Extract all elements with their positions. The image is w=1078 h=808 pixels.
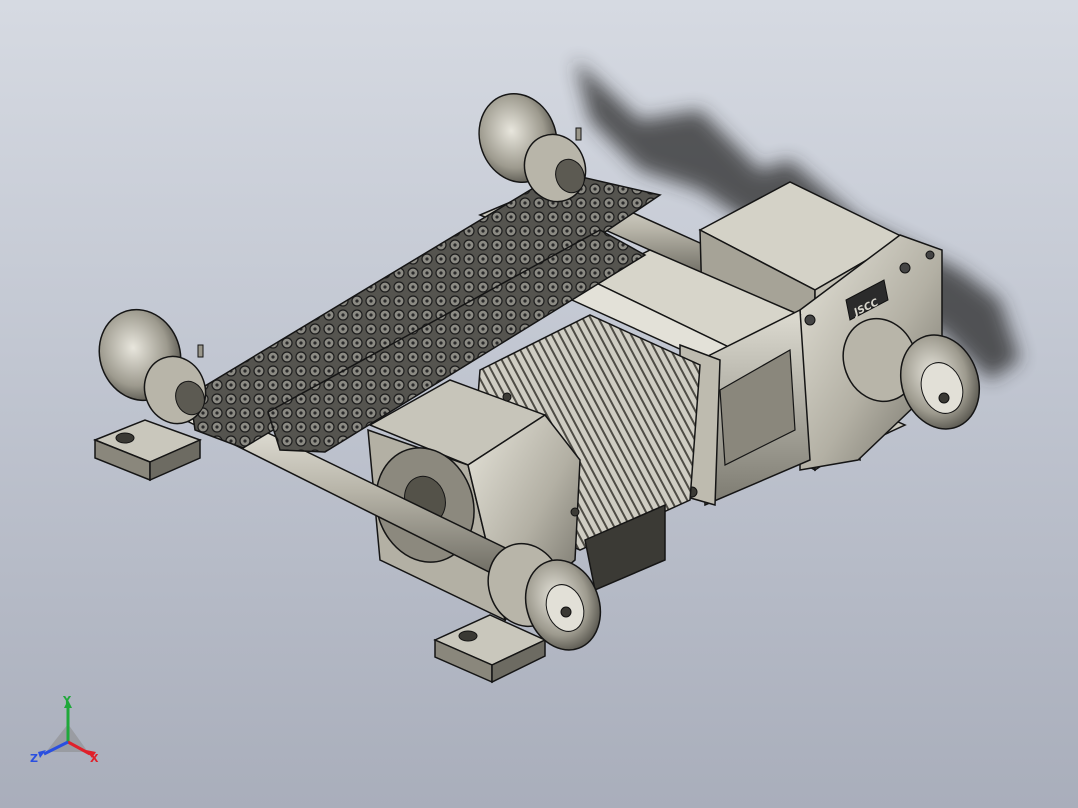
z-axis-label: Z bbox=[30, 752, 38, 765]
x-axis-label: X bbox=[90, 752, 99, 765]
wheel-front-left[interactable] bbox=[87, 298, 215, 432]
grease-fitting-right bbox=[575, 127, 582, 141]
coordinate-triad-icon: Y X Z bbox=[30, 694, 99, 765]
grease-fitting-left bbox=[197, 344, 204, 358]
cad-viewport[interactable]: JSCC Y X Z bbox=[0, 0, 1078, 808]
pillow-block-front-left[interactable] bbox=[92, 419, 203, 482]
3d-model-scene[interactable]: JSCC bbox=[0, 0, 1078, 808]
y-axis-label: Y bbox=[62, 694, 72, 707]
